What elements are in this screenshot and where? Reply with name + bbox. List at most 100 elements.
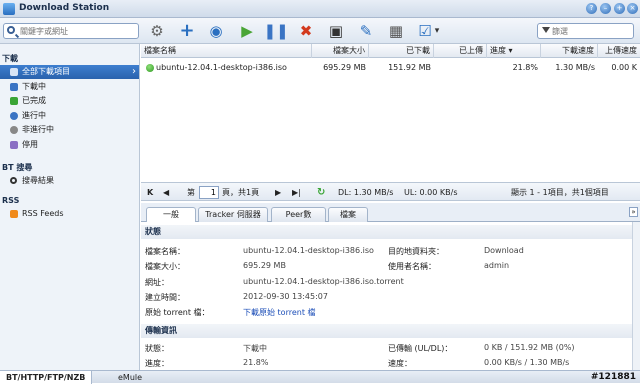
rss-icon <box>10 210 18 218</box>
search-input[interactable] <box>20 25 135 37</box>
cell-name: ubuntu-12.04.1-desktop-i386.iso <box>156 63 287 72</box>
gear-icon[interactable]: ⚙ <box>147 21 167 41</box>
save-icon[interactable]: ▣ <box>326 21 346 41</box>
tab-bt-http-ftp-nzb[interactable]: BT/HTTP/FTP/NZB <box>0 371 93 384</box>
next-page-button[interactable]: ▶ <box>275 186 281 199</box>
sidebar-item-inactive[interactable]: 非進行中 <box>0 123 139 137</box>
title-bar: Download Station ? – + × <box>0 0 640 18</box>
value-url: ubuntu-12.04.1-desktop-i386.iso.torrent <box>243 277 404 286</box>
table-row[interactable]: ubuntu-12.04.1-desktop-i386.iso 695.29 M… <box>141 61 640 75</box>
value-progress: 21.8% <box>243 358 269 367</box>
torrent-download-link[interactable]: 下載原始 torrent 檔 <box>243 307 316 318</box>
add-icon[interactable]: + <box>177 21 197 41</box>
column-header-name[interactable]: 檔案名稱 <box>141 44 312 58</box>
sidebar: 下載 全部下載項目 › 下載中 已完成 進行中 非進行中 停用 BT 搜尋 搜尋… <box>0 44 140 370</box>
label-user: 使用者名稱： <box>388 262 436 271</box>
search-icon <box>10 177 17 184</box>
watermark-text: #121881 <box>590 372 636 382</box>
ul-speed-status: UL: 0.00 KB/s <box>404 188 458 197</box>
edit-icon[interactable]: ✎ <box>356 21 376 41</box>
tab-emule[interactable]: eMule <box>112 371 148 384</box>
sidebar-item-label: 非進行中 <box>22 125 54 134</box>
close-icon[interactable]: × <box>627 3 638 14</box>
value-destination: Download <box>484 246 524 255</box>
cell-ul-speed: 0.00 K <box>611 63 637 72</box>
label-transferred: 已傳輸 (UL/DL)： <box>388 344 453 353</box>
label-torrent: 原始 torrent 檔： <box>145 308 210 317</box>
items-summary: 顯示 1 - 1項目，共1個項目 <box>511 188 609 197</box>
label-url: 網址： <box>145 278 169 287</box>
prev-page-button[interactable]: ◀ <box>163 186 169 199</box>
sidebar-section-rss: RSS <box>2 196 20 205</box>
toolbar: ⚙ + ◉ ▶ ❚❚ ✖ ▣ ✎ ▦ ☑ ▾ <box>0 18 640 44</box>
filter-box[interactable] <box>537 23 634 39</box>
sidebar-item-label: 已完成 <box>22 96 46 105</box>
value-size: 695.29 MB <box>243 261 286 270</box>
sidebar-item-downloading[interactable]: 下載中 <box>0 80 139 94</box>
cell-uploaded <box>434 61 487 75</box>
section-status: 狀態 <box>141 225 632 239</box>
column-header-size[interactable]: 檔案大小 <box>312 44 369 58</box>
first-page-button[interactable]: K <box>147 186 153 199</box>
sidebar-item-all[interactable]: 全部下載項目 › <box>0 65 139 79</box>
cell-downloaded: 151.92 MB <box>388 63 431 72</box>
search-box[interactable] <box>3 23 139 39</box>
stop-icon <box>10 141 18 149</box>
column-header-progress[interactable]: 進度 ▾ <box>487 44 541 58</box>
table-header: 檔案名稱 檔案大小 已下載 已上傳 進度 ▾ 下載速度 上傳速度 <box>141 44 640 58</box>
section-transfer: 傳輸資訊 <box>141 324 632 338</box>
dl-speed-status: DL: 1.30 MB/s <box>338 188 394 197</box>
value-transferred: 0 KB / 151.92 MB (0%) <box>484 343 575 352</box>
download-icon <box>10 83 18 91</box>
help-icon[interactable]: ? <box>586 3 597 14</box>
column-header-downloaded[interactable]: 已下載 <box>369 44 434 58</box>
delete-icon[interactable]: ✖ <box>296 21 316 41</box>
tab-files[interactable]: 檔案 <box>328 207 368 222</box>
chevron-down-icon[interactable]: ▾ <box>432 21 442 41</box>
sidebar-item-label: 停用 <box>22 140 38 149</box>
pager: K ◀ 第 頁，共1頁 ▶ ▶| ↻ DL: 1.30 MB/s UL: 0.0… <box>141 182 640 201</box>
sidebar-item-search-results[interactable]: 搜尋結果 <box>0 174 139 188</box>
pause-icon[interactable]: ❚❚ <box>263 21 288 41</box>
value-user: admin <box>484 261 510 270</box>
sidebar-item-rss-feeds[interactable]: RSS Feeds <box>0 207 139 221</box>
sidebar-item-stopped[interactable]: 停用 <box>0 138 139 152</box>
last-page-button[interactable]: ▶| <box>292 186 301 199</box>
column-header-ul-speed[interactable]: 上傳速度 <box>598 44 640 58</box>
tab-peers[interactable]: Peer數 <box>271 207 326 222</box>
page-input[interactable] <box>199 186 219 199</box>
filter-icon <box>542 27 550 33</box>
label-created: 建立時間： <box>145 293 185 302</box>
sidebar-section-bt: BT 搜尋 <box>2 163 33 172</box>
detail-panel: 狀態 檔案名稱： ubuntu-12.04.1-desktop-i386.iso… <box>141 222 632 370</box>
maximize-icon[interactable]: + <box>614 3 625 14</box>
bottom-tabs: BT/HTTP/FTP/NZB eMule #121881 <box>0 370 640 384</box>
resume-icon[interactable]: ▶ <box>237 21 257 41</box>
label-status: 狀態： <box>145 344 169 353</box>
collapse-icon[interactable]: » <box>629 207 638 217</box>
sidebar-item-label: RSS Feeds <box>22 209 64 218</box>
tab-general[interactable]: 一般 <box>146 207 196 223</box>
detail-scrollbar[interactable] <box>632 222 640 370</box>
add-url-icon[interactable]: ◉ <box>206 21 226 41</box>
calculator-icon[interactable]: ▦ <box>386 21 406 41</box>
label-destination: 目的地資料夾： <box>388 247 444 256</box>
column-header-uploaded[interactable]: 已上傳 <box>434 44 487 58</box>
value-speed: 0.00 KB/s / 1.30 MB/s <box>484 358 570 367</box>
filter-input[interactable] <box>552 25 630 37</box>
sidebar-item-active[interactable]: 進行中 <box>0 109 139 123</box>
app-icon <box>3 3 15 15</box>
sidebar-item-label: 進行中 <box>22 111 46 120</box>
chevron-right-icon: › <box>132 66 136 77</box>
refresh-icon[interactable]: ↻ <box>317 186 325 199</box>
column-header-dl-speed[interactable]: 下載速度 <box>541 44 598 58</box>
sidebar-item-completed[interactable]: 已完成 <box>0 94 139 108</box>
search-icon <box>7 26 15 34</box>
check-icon <box>10 97 18 105</box>
label-file-name: 檔案名稱： <box>145 247 185 256</box>
cell-dl-speed: 1.30 MB/s <box>555 63 595 72</box>
list-icon <box>10 68 18 76</box>
sidebar-section-download: 下載 <box>2 54 18 63</box>
tab-tracker[interactable]: Tracker 伺服器 <box>198 207 268 222</box>
minimize-icon[interactable]: – <box>600 3 611 14</box>
